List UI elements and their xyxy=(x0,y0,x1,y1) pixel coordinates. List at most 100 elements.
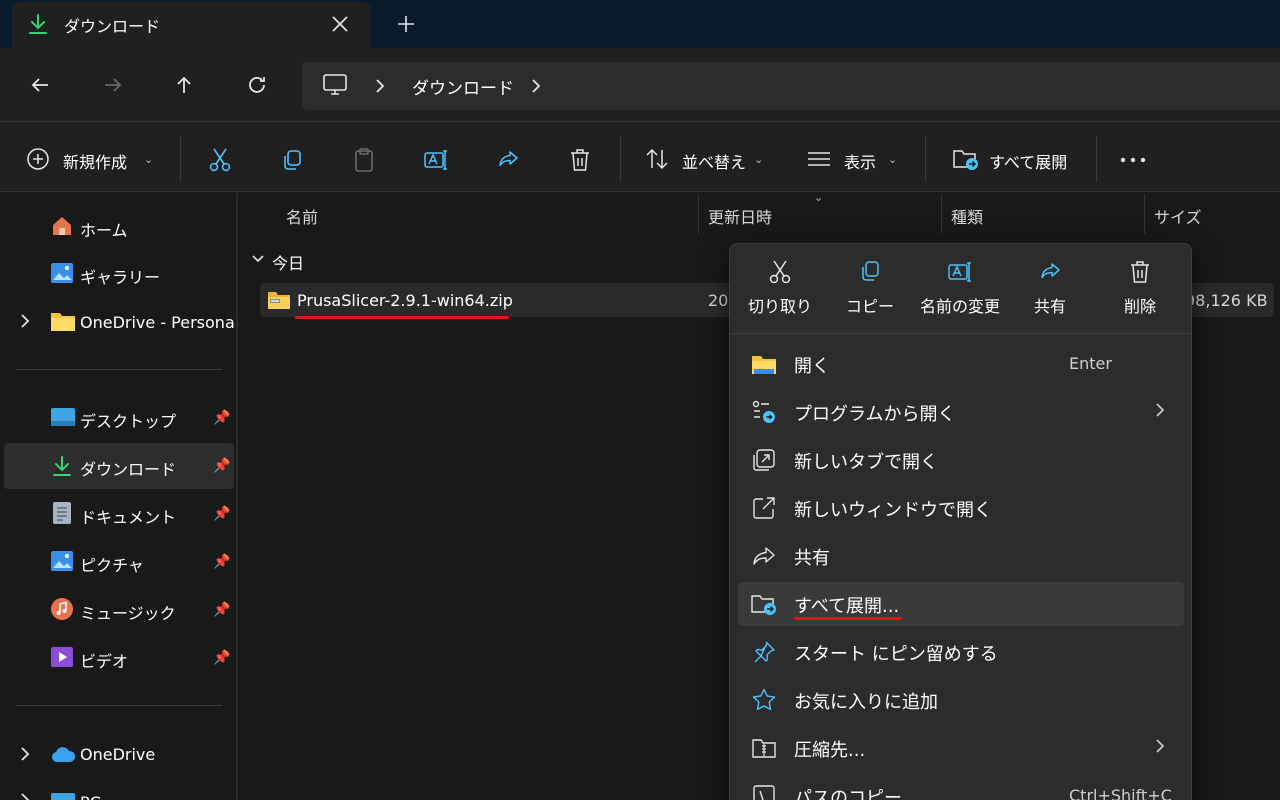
highlight-underline xyxy=(794,617,902,620)
command-bar xyxy=(0,122,1280,192)
chevron-right-icon[interactable] xyxy=(372,76,388,96)
pin-icon[interactable]: 📌 xyxy=(213,602,230,618)
chevron-right-icon[interactable] xyxy=(528,76,544,96)
rename-action[interactable]: 名前の変更 xyxy=(915,259,1005,325)
copy-icon xyxy=(862,261,879,281)
sidebar-item-pc[interactable] xyxy=(4,779,234,800)
menu-item-label: パスのコピー xyxy=(794,788,902,800)
refresh-button[interactable] xyxy=(239,67,275,103)
shortcut-hint: Ctrl+Shift+C xyxy=(1069,786,1172,800)
home-icon xyxy=(50,214,74,238)
new-button[interactable]: 新規作成 xyxy=(63,149,127,173)
copy-label: コピー xyxy=(845,297,894,316)
new-tab-button[interactable] xyxy=(394,12,418,36)
sidebar-item-label: ミュージック xyxy=(80,604,176,623)
new-tab-icon xyxy=(750,446,778,474)
computer-icon[interactable] xyxy=(322,73,348,97)
cut-label: 切り取り xyxy=(747,297,812,316)
back-button[interactable] xyxy=(22,67,58,103)
chevron-right-icon[interactable] xyxy=(18,312,32,330)
chevron-down-icon[interactable]: ⌄ xyxy=(888,153,897,166)
chevron-right-icon xyxy=(1153,401,1167,419)
extract-folder-icon[interactable] xyxy=(952,146,980,172)
cut-icon[interactable] xyxy=(206,146,234,174)
breadcrumb-downloads[interactable]: ダウンロード xyxy=(412,74,514,99)
paste-icon[interactable] xyxy=(350,146,378,174)
cut-icon xyxy=(769,260,791,284)
chevron-down-icon[interactable] xyxy=(250,252,266,266)
video-icon xyxy=(50,646,74,668)
chevron-down-icon[interactable]: ⌄ xyxy=(144,153,153,166)
sort-icon[interactable] xyxy=(644,146,670,172)
cut-action[interactable]: 切り取り xyxy=(740,259,820,325)
column-divider[interactable] xyxy=(1144,194,1145,234)
share-action[interactable]: 共有 xyxy=(1010,259,1090,325)
sort-descending-icon: ⌄ xyxy=(814,191,824,204)
shortcut-hint: Enter xyxy=(1069,354,1112,373)
plus-circle-icon[interactable] xyxy=(26,147,50,171)
sidebar-item-label: ピクチャ xyxy=(80,556,144,575)
menu-item-label: 新しいタブで開く xyxy=(794,452,938,473)
menu-item-label: 新しいウィンドウで開く xyxy=(794,500,992,521)
share-icon[interactable] xyxy=(494,146,522,174)
file-modified-date: 20 xyxy=(708,291,729,310)
pin-icon[interactable]: 📌 xyxy=(213,650,230,666)
column-header-modified[interactable]: 更新日時 xyxy=(708,204,772,228)
close-tab-icon[interactable] xyxy=(328,12,352,36)
delete-action[interactable]: 削除 xyxy=(1100,259,1180,325)
view-button[interactable]: 表示 xyxy=(844,149,876,173)
sidebar-item-label: デスクトップ xyxy=(80,412,177,431)
column-header-type[interactable]: 種類 xyxy=(951,204,983,228)
folder-icon xyxy=(750,350,778,378)
extract-all-button[interactable]: すべて展開 xyxy=(989,149,1067,173)
zip-folder-icon xyxy=(267,290,291,310)
more-options-icon[interactable] xyxy=(1119,150,1147,170)
file-size: 98,126 KB xyxy=(1185,291,1268,310)
music-icon xyxy=(50,597,74,621)
up-button[interactable] xyxy=(166,67,202,103)
chevron-right-icon[interactable] xyxy=(18,745,32,763)
menu-item-label: お気に入りに追加 xyxy=(794,692,938,713)
sidebar-item-label: ギャラリー xyxy=(80,268,161,287)
open-with-icon xyxy=(750,398,778,426)
divider xyxy=(180,136,181,182)
copy-icon[interactable] xyxy=(278,146,306,174)
pin-icon[interactable]: 📌 xyxy=(213,410,230,426)
delete-icon xyxy=(1131,261,1149,283)
sidebar-item-label: ダウンロード xyxy=(80,460,177,479)
menu-item-label: プログラムから開く xyxy=(794,404,956,425)
column-header-name[interactable]: 名前 xyxy=(286,204,318,228)
chevron-right-icon[interactable] xyxy=(18,791,32,800)
sidebar-item-label: PC xyxy=(80,793,101,800)
sort-button[interactable]: 並べ替え xyxy=(682,149,746,173)
pin-icon xyxy=(750,638,778,666)
share-icon xyxy=(1041,263,1060,279)
pin-icon[interactable]: 📌 xyxy=(213,458,230,474)
tab-title: ダウンロード xyxy=(64,17,161,36)
download-icon xyxy=(26,12,50,36)
copy-action[interactable]: コピー xyxy=(830,259,910,325)
forward-button[interactable] xyxy=(95,67,131,103)
delete-icon[interactable] xyxy=(566,146,594,174)
group-header-today[interactable]: 今日 xyxy=(272,250,304,274)
pc-icon xyxy=(50,792,76,800)
file-name[interactable]: PrusaSlicer-2.9.1-win64.zip xyxy=(297,291,513,310)
rename-icon xyxy=(948,262,971,282)
gallery-icon xyxy=(50,262,74,284)
copy-path-icon xyxy=(750,782,778,800)
folder-icon xyxy=(50,310,76,332)
pin-icon[interactable]: 📌 xyxy=(213,506,230,522)
column-divider[interactable] xyxy=(941,194,942,234)
column-header-size[interactable]: サイズ xyxy=(1154,204,1202,228)
zip-icon xyxy=(750,734,778,762)
view-icon[interactable] xyxy=(806,148,832,170)
pane-splitter[interactable] xyxy=(236,193,238,800)
desktop-icon xyxy=(50,407,76,427)
pin-icon[interactable]: 📌 xyxy=(213,554,230,570)
chevron-down-icon[interactable]: ⌄ xyxy=(754,153,763,166)
menu-item-label: すべて展開... xyxy=(794,596,900,617)
rename-label: 名前の変更 xyxy=(919,297,1000,316)
menu-item-label: 共有 xyxy=(794,548,830,569)
rename-icon[interactable] xyxy=(422,146,450,174)
column-divider[interactable] xyxy=(698,194,699,234)
